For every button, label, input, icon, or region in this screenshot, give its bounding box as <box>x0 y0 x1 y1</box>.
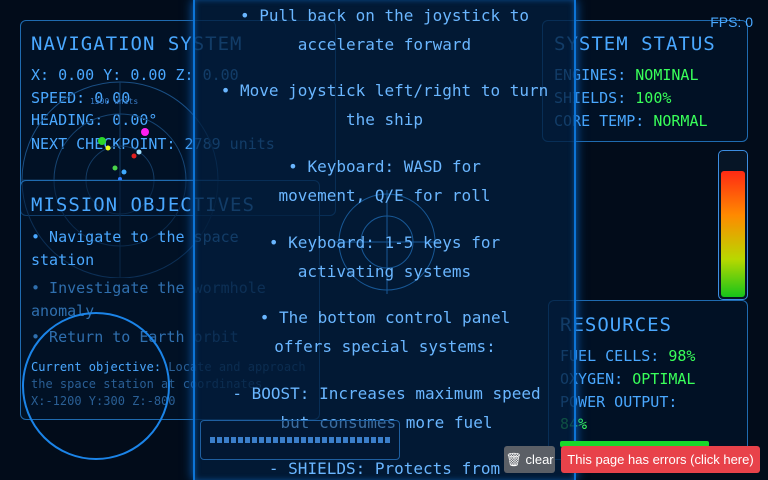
radar-blip <box>112 165 118 171</box>
instruction-line: • Pull back on the joystick to accelerat… <box>240 6 529 54</box>
temperature-gauge <box>718 150 748 300</box>
errors-button[interactable]: This page has errors (click here) <box>561 446 760 473</box>
radar-blip <box>98 137 106 145</box>
fps-counter: FPS: 0 <box>710 14 753 30</box>
radar-range-label: 1500 units <box>90 97 138 106</box>
instruction-line: • The bottom control panel offers specia… <box>259 308 511 356</box>
control-bar-dashes <box>210 437 390 443</box>
radar-blip <box>141 128 149 136</box>
oxygen-value: OPTIMAL <box>632 370 696 388</box>
status-row: CORE TEMP: NORMAL <box>554 112 708 130</box>
power-label: POWER OUTPUT: <box>560 393 678 411</box>
oxygen-row: OXYGEN: OPTIMAL <box>560 370 695 388</box>
status-title: SYSTEM STATUS <box>554 33 716 55</box>
radar-blip <box>105 145 111 151</box>
instruction-line: • Keyboard: WASD for movement, Q/E for r… <box>278 157 491 205</box>
radar-blip <box>121 169 127 175</box>
radar-blip <box>131 153 137 159</box>
instruction-line: • Keyboard: 1-5 keys for activating syst… <box>268 233 501 281</box>
joystick-ring <box>22 312 170 460</box>
resources-title: RESOURCES <box>560 314 672 336</box>
status-value: 100% <box>635 89 672 107</box>
instructions-overlay[interactable]: • Pull back on the joystick to accelerat… <box>193 0 576 480</box>
resources-panel: RESOURCES FUEL CELLS: 98% OXYGEN: OPTIMA… <box>548 300 748 460</box>
status-value: NOMINAL <box>635 66 699 84</box>
radar-blips <box>98 128 149 181</box>
clear-button[interactable]: 🗑 clear <box>504 446 555 473</box>
joystick-base[interactable] <box>20 310 172 462</box>
instruction-line: • Move joystick left/right to turn the s… <box>220 81 549 129</box>
radar-blip <box>136 149 142 155</box>
fuel-value: 98% <box>668 347 696 365</box>
gauge-fill <box>721 171 745 297</box>
fuel-row: FUEL CELLS: 98% <box>560 347 695 365</box>
status-value: NORMAL <box>653 112 708 130</box>
